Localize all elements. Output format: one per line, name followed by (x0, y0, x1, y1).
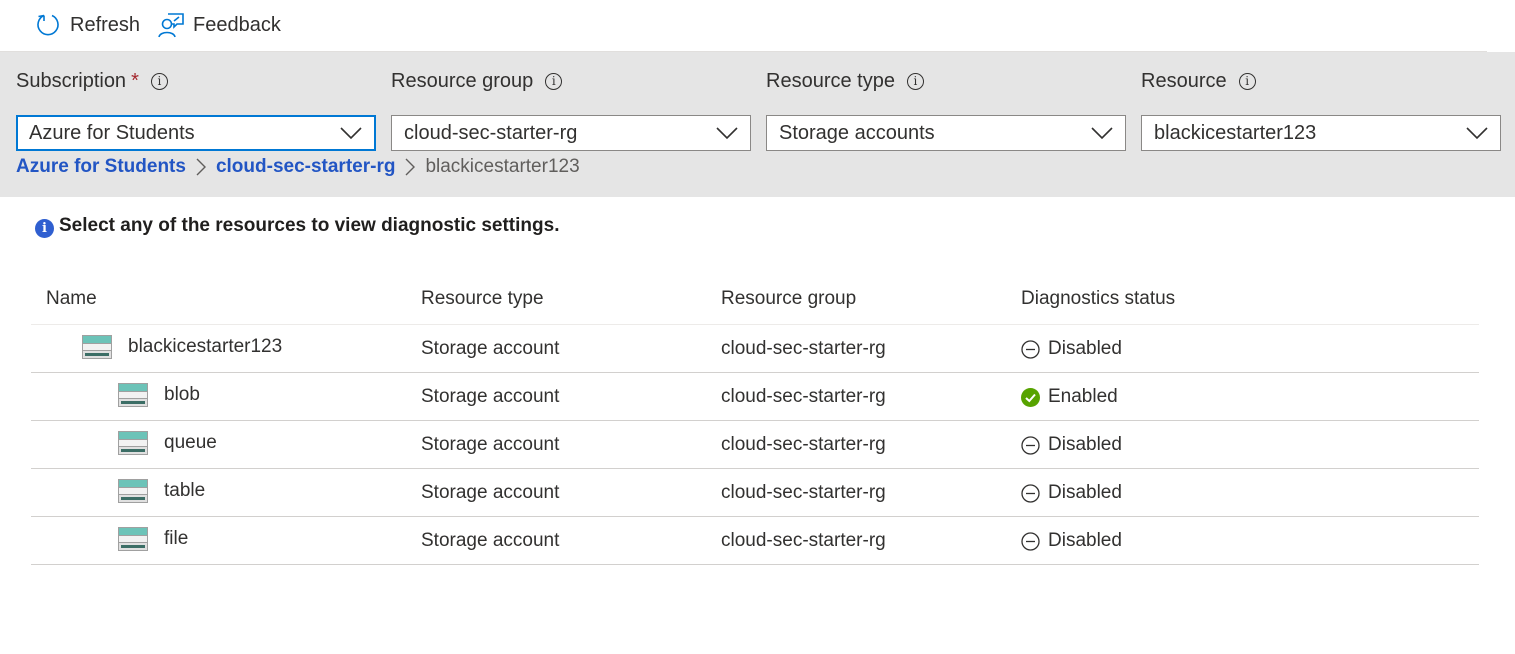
resource-value: blackicestarter123 (1154, 121, 1317, 144)
row-name: table (164, 480, 206, 501)
table-row[interactable]: blob Storage account cloud-sec-starter-r… (31, 373, 1479, 421)
chevron-right-icon (405, 158, 416, 176)
row-resource-type: Storage account (421, 386, 560, 407)
subscription-field: Subscription * i Azure for Students (16, 68, 376, 151)
minus-circle-icon (1021, 339, 1040, 359)
status-text: Enabled (1048, 386, 1118, 407)
resource-group-field: Resource group i cloud-sec-starter-rg (391, 68, 751, 151)
refresh-icon (34, 11, 62, 39)
info-message: i Select any of the resources to view di… (35, 214, 559, 238)
row-resource-group: cloud-sec-starter-rg (721, 530, 886, 551)
minus-circle-icon (1021, 531, 1040, 551)
info-message-text: Select any of the resources to view diag… (59, 215, 560, 236)
row-name: blob (164, 384, 200, 405)
info-icon[interactable]: i (150, 72, 168, 90)
row-resource-type: Storage account (421, 482, 560, 503)
check-circle-icon (1021, 387, 1040, 407)
breadcrumb-current: blackicestarter123 (425, 156, 580, 177)
table-row[interactable]: table Storage account cloud-sec-starter-… (31, 469, 1479, 517)
resource-type-field: Resource type i Storage accounts (766, 68, 1126, 151)
info-icon[interactable]: i (545, 72, 563, 90)
status-text: Disabled (1048, 530, 1122, 551)
table-row[interactable]: blackicestarter123 Storage account cloud… (31, 325, 1479, 373)
row-resource-type: Storage account (421, 434, 560, 455)
chevron-down-icon (1091, 127, 1113, 140)
column-header-diagnostics-status[interactable]: Diagnostics status (1021, 288, 1175, 310)
subscription-value: Azure for Students (29, 121, 195, 144)
chevron-down-icon (716, 127, 738, 140)
row-name: blackicestarter123 (128, 336, 283, 357)
row-resource-group: cloud-sec-starter-rg (721, 434, 886, 455)
breadcrumb-resource-group[interactable]: cloud-sec-starter-rg (216, 156, 396, 178)
subscription-dropdown[interactable]: Azure for Students (16, 115, 376, 151)
row-resource-type: Storage account (421, 530, 560, 551)
table-row[interactable]: file Storage account cloud-sec-starter-r… (31, 517, 1479, 565)
feedback-button[interactable]: Feedback (157, 10, 281, 40)
resource-field: Resource i blackicestarter123 (1141, 68, 1501, 151)
storage-account-icon (82, 335, 112, 359)
chevron-down-icon (340, 127, 362, 140)
row-resource-type: Storage account (421, 338, 560, 359)
row-status: Enabled (1021, 386, 1118, 408)
row-resource-group: cloud-sec-starter-rg (721, 482, 886, 503)
resource-group-label: Resource group (391, 69, 534, 92)
command-bar: Refresh Feedback (0, 0, 1487, 52)
resource-label: Resource (1141, 69, 1227, 92)
feedback-label: Feedback (193, 13, 281, 36)
storage-account-icon (118, 431, 148, 455)
refresh-button[interactable]: Refresh (34, 10, 140, 40)
table-header: Name Resource type Resource group Diagno… (31, 276, 1479, 325)
resource-type-value: Storage accounts (779, 121, 935, 144)
resource-type-label: Resource type (766, 69, 895, 92)
row-status: Disabled (1021, 338, 1122, 360)
status-text: Disabled (1048, 338, 1122, 359)
required-marker: * (131, 69, 139, 92)
column-header-resource-group[interactable]: Resource group (721, 288, 856, 310)
resource-type-dropdown[interactable]: Storage accounts (766, 115, 1126, 151)
row-status: Disabled (1021, 434, 1122, 456)
table-row[interactable]: queue Storage account cloud-sec-starter-… (31, 421, 1479, 469)
breadcrumb: Azure for Students cloud-sec-starter-rg … (16, 156, 580, 178)
feedback-icon (157, 11, 185, 39)
resource-group-dropdown[interactable]: cloud-sec-starter-rg (391, 115, 751, 151)
breadcrumb-subscription[interactable]: Azure for Students (16, 156, 186, 178)
storage-account-icon (118, 383, 148, 407)
row-resource-group: cloud-sec-starter-rg (721, 338, 886, 359)
resource-dropdown[interactable]: blackicestarter123 (1141, 115, 1501, 151)
info-icon[interactable]: i (1238, 72, 1256, 90)
row-status: Disabled (1021, 482, 1122, 504)
info-circle-icon: i (35, 219, 54, 238)
column-header-resource-type[interactable]: Resource type (421, 288, 544, 310)
row-resource-group: cloud-sec-starter-rg (721, 386, 886, 407)
refresh-label: Refresh (70, 13, 141, 36)
storage-account-icon (118, 479, 148, 503)
filter-panel: Subscription * i Azure for Students Reso… (0, 52, 1515, 197)
row-name: queue (164, 432, 217, 453)
storage-account-icon (118, 527, 148, 551)
minus-circle-icon (1021, 435, 1040, 455)
chevron-right-icon (196, 158, 206, 176)
chevron-down-icon (1466, 127, 1488, 140)
minus-circle-icon (1021, 483, 1040, 503)
subscription-label: Subscription (16, 69, 127, 92)
resources-table: Name Resource type Resource group Diagno… (31, 276, 1479, 565)
column-header-name[interactable]: Name (46, 288, 97, 310)
status-text: Disabled (1048, 434, 1122, 455)
info-icon[interactable]: i (906, 72, 924, 90)
row-status: Disabled (1021, 530, 1122, 552)
row-name: file (164, 528, 189, 549)
status-text: Disabled (1048, 482, 1122, 503)
resource-group-value: cloud-sec-starter-rg (404, 121, 578, 144)
